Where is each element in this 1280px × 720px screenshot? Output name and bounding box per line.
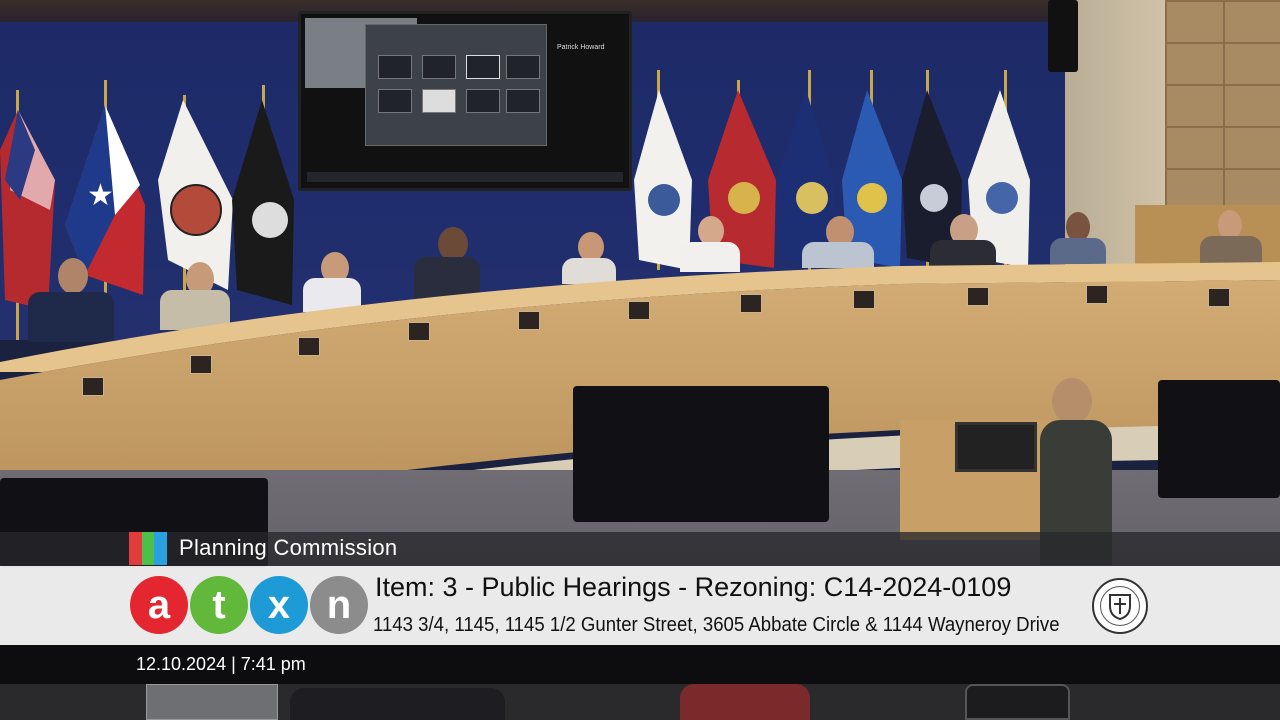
table [573, 386, 829, 522]
nameplate [298, 337, 320, 356]
agenda-item-address: 1143 3/4, 1145, 1145 1/2 Gunter Street, … [373, 614, 1060, 636]
nameplate [82, 377, 104, 396]
atxn-letter: n [310, 576, 368, 634]
agenda-item-title: Item: 3 - Public Hearings - Rezoning: C1… [375, 572, 1012, 602]
nameplate [967, 287, 989, 306]
audience-member [290, 688, 505, 720]
broadcast-datetime: 12.10.2024 | 7:41 pm [136, 654, 306, 674]
atxn-logo: a t x n [130, 576, 368, 634]
nameplate [1208, 288, 1230, 307]
committee-name: Planning Commission [179, 535, 398, 560]
nameplate [408, 322, 430, 341]
nameplate [1086, 285, 1108, 304]
audio-mixer-icon [146, 684, 278, 720]
participant-name: Patrick Howard [557, 44, 605, 51]
meeting-toolbar [307, 172, 623, 182]
atxn-letter: x [250, 576, 308, 634]
wall-display-screen: Patrick Howard [298, 11, 632, 191]
color-bars-icon [129, 532, 168, 565]
camera-icon [1048, 0, 1078, 72]
nameplate [853, 290, 875, 309]
speaker-head [1052, 378, 1092, 424]
nameplate [190, 355, 212, 374]
table [1158, 380, 1280, 498]
laptop-icon [955, 422, 1037, 472]
nameplate [740, 294, 762, 313]
settings-dialog [365, 24, 547, 146]
atxn-letter: t [190, 576, 248, 634]
city-of-austin-seal-icon [1092, 578, 1148, 634]
atxn-letter: a [130, 576, 188, 634]
chair [965, 684, 1070, 720]
nameplate [518, 311, 540, 330]
svg-text:★: ★ [87, 178, 114, 213]
stone-wall [1165, 0, 1280, 240]
audience-member [680, 684, 810, 720]
nameplate [628, 301, 650, 320]
